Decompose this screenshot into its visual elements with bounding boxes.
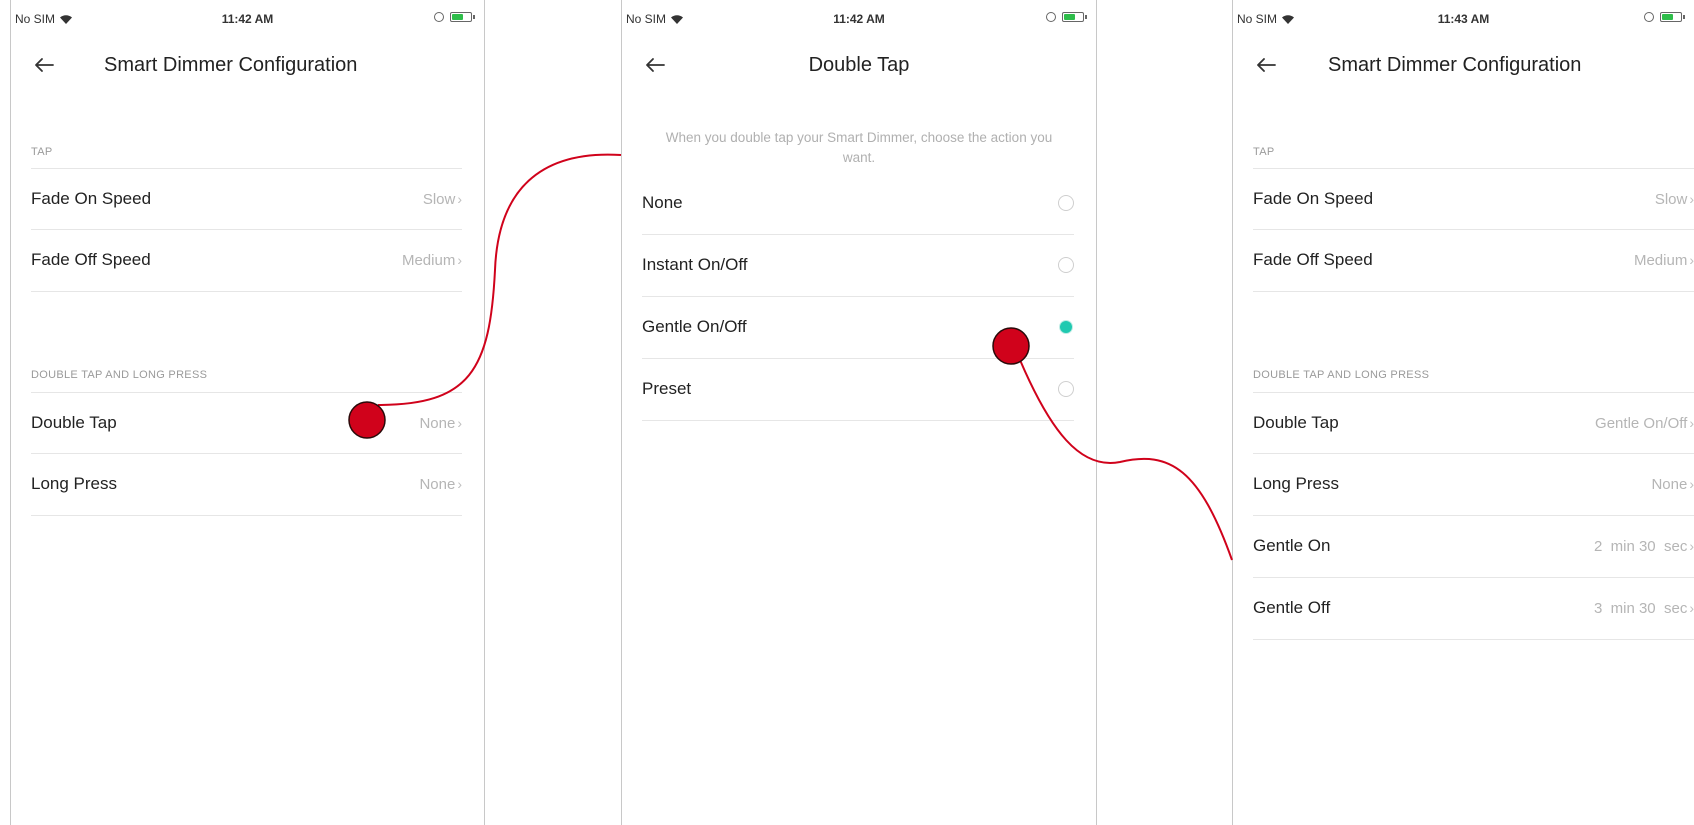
page-title: Smart Dimmer Configuration — [1328, 54, 1582, 76]
radio-button-selected[interactable] — [1058, 319, 1074, 335]
row-value: None — [1651, 476, 1688, 493]
row-fade-on-speed[interactable]: Fade On Speed Slow › — [1253, 168, 1694, 230]
page-title: Double Tap — [808, 54, 910, 76]
orientation-lock-icon — [1644, 12, 1654, 22]
row-fade-on-speed[interactable]: Fade On Speed Slow › — [31, 168, 462, 230]
option-gentle-on-off[interactable]: Gentle On/Off — [642, 297, 1074, 359]
status-bar: No SIM 11:42 AM — [11, 10, 484, 30]
status-bar: No SIM 11:43 AM — [1233, 10, 1694, 30]
row-long-press[interactable]: Long Press None › — [1253, 454, 1694, 516]
battery-icon — [1062, 12, 1087, 22]
row-fade-off-speed[interactable]: Fade Off Speed Medium › — [31, 230, 462, 292]
chevron-right-icon: › — [1689, 476, 1694, 492]
row-label: Long Press — [31, 474, 117, 493]
row-label: Double Tap — [31, 413, 117, 432]
section-label-double-tap-long-press: DOUBLE TAP AND LONG PRESS — [31, 369, 208, 381]
row-label: Fade Off Speed — [1253, 250, 1373, 269]
description-text: When you double tap your Smart Dimmer, c… — [665, 130, 1053, 165]
row-value: Medium — [401, 252, 456, 269]
row-label: Gentle On — [1253, 536, 1331, 555]
double-tap-screen: No SIM 11:42 AM Double Tap When you doub… — [621, 0, 1097, 825]
row-value: None — [419, 415, 456, 432]
row-double-tap[interactable]: Double Tap Gentle On/Off › — [1253, 392, 1694, 454]
option-label: Preset — [642, 379, 692, 398]
config-screen-updated: No SIM 11:43 AM Smart Dimmer Configurati… — [1232, 0, 1694, 825]
radio-button[interactable] — [1058, 381, 1074, 397]
row-value: Gentle On/Off — [1595, 415, 1688, 432]
option-label: Instant On/Off — [642, 255, 748, 274]
config-screen-initial: No SIM 11:42 AM Smart Dimmer Configurati… — [10, 0, 485, 825]
radio-button[interactable] — [1058, 195, 1074, 211]
nav-bar: Smart Dimmer Configuration — [11, 44, 484, 88]
section-label-tap: TAP — [31, 146, 53, 158]
clock: 11:42 AM — [833, 12, 885, 26]
chevron-right-icon: › — [1689, 191, 1694, 207]
row-value: Slow — [422, 191, 456, 208]
section-label-double-tap-long-press: DOUBLE TAP AND LONG PRESS — [1253, 369, 1430, 381]
option-label: None — [642, 193, 683, 212]
row-value: None — [419, 476, 456, 493]
row-label: Fade On Speed — [31, 189, 152, 208]
row-fade-off-speed[interactable]: Fade Off Speed Medium › — [1253, 230, 1694, 292]
orientation-lock-icon — [1046, 12, 1056, 22]
chevron-right-icon: › — [457, 191, 462, 207]
row-value: Slow — [1654, 191, 1688, 208]
radio-button[interactable] — [1058, 257, 1074, 273]
chevron-right-icon: › — [1689, 600, 1694, 616]
status-bar: No SIM 11:42 AM — [622, 10, 1096, 30]
clock: 11:43 AM — [1437, 12, 1490, 26]
battery-icon — [450, 12, 475, 22]
nav-bar: Smart Dimmer Configuration — [1233, 44, 1694, 88]
nav-bar: Double Tap — [622, 44, 1096, 88]
clock: 11:42 AM — [221, 12, 274, 26]
back-arrow-icon[interactable] — [31, 52, 57, 78]
row-label: Gentle Off — [1253, 598, 1331, 617]
row-label: Double Tap — [1253, 413, 1339, 432]
option-label: Gentle On/Off — [642, 317, 747, 336]
page-title: Smart Dimmer Configuration — [104, 54, 358, 76]
chevron-right-icon: › — [1689, 415, 1694, 431]
battery-icon — [1660, 12, 1685, 22]
chevron-right-icon: › — [457, 415, 462, 431]
option-none[interactable]: None — [642, 173, 1074, 235]
row-label: Fade Off Speed — [31, 250, 151, 269]
option-preset[interactable]: Preset — [642, 359, 1074, 421]
row-gentle-off[interactable]: Gentle Off 3 min 30 sec › — [1253, 578, 1694, 640]
back-arrow-icon[interactable] — [1253, 52, 1279, 78]
row-label: Fade On Speed — [1253, 189, 1374, 208]
option-instant-on-off[interactable]: Instant On/Off — [642, 235, 1074, 297]
section-label-tap: TAP — [1253, 146, 1275, 158]
row-value: Medium — [1633, 252, 1688, 269]
chevron-right-icon: › — [1689, 252, 1694, 268]
row-label: Long Press — [1253, 474, 1339, 493]
row-gentle-on[interactable]: Gentle On 2 min 30 sec › — [1253, 516, 1694, 578]
chevron-right-icon: › — [457, 252, 462, 268]
row-value: 3 min 30 sec — [1593, 600, 1688, 617]
row-long-press[interactable]: Long Press None › — [31, 454, 462, 516]
chevron-right-icon: › — [457, 476, 462, 492]
row-double-tap[interactable]: Double Tap None › — [31, 392, 462, 454]
row-value: 2 min 30 sec — [1593, 538, 1688, 555]
chevron-right-icon: › — [1689, 538, 1694, 554]
orientation-lock-icon — [434, 12, 444, 22]
